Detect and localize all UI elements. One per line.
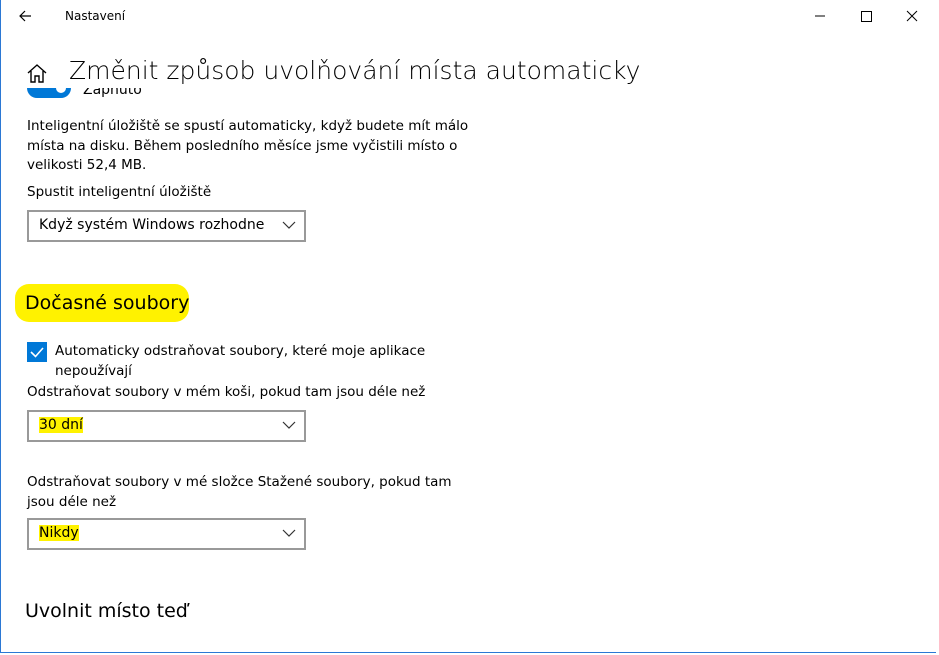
delete-unused-files-label: Automaticky odstraňovat soubory, které m… [55,343,426,379]
home-icon [27,64,47,83]
free-space-now-heading: Uvolnit místo teď [25,600,188,622]
maximize-button[interactable] [843,0,889,32]
downloads-label: Odstraňovat soubory v mé složce Stažené … [27,474,452,510]
back-button[interactable] [11,4,39,28]
delete-unused-files-checkbox[interactable] [27,342,47,362]
recycle-bin-label: Odstraňovat soubory v mém koši, pokud ta… [27,384,426,400]
close-icon [906,10,918,22]
run-storage-sense-dropdown[interactable]: Když systém Windows rozhodne [27,210,306,242]
page-title: Změnit způsob uvolňování místa automatic… [69,56,641,85]
dropdown-value: Nikdy [39,525,79,541]
maximize-icon [861,11,872,22]
downloads-dropdown[interactable]: Nikdy [27,518,306,550]
home-button[interactable] [25,62,49,86]
chevron-down-icon [282,529,296,537]
temp-files-heading: Dočasné soubory [25,292,190,314]
title-bar: Nastavení [1,0,936,32]
dropdown-value: 30 dní [39,417,83,433]
run-storage-sense-label: Spustit inteligentní úložiště [27,184,212,200]
back-arrow-icon [19,10,31,22]
close-button[interactable] [889,0,935,32]
dropdown-value: Když systém Windows rozhodne [39,217,265,233]
toggle-knob [56,88,66,93]
settings-content[interactable]: Zapnuto Inteligentní úložiště se spustí … [1,88,936,652]
minimize-icon [815,15,825,17]
toggle-state-label: Zapnuto [83,88,142,98]
chevron-down-icon [282,221,296,229]
minimize-button[interactable] [797,0,843,32]
window-title: Nastavení [65,9,126,23]
recycle-bin-dropdown[interactable]: 30 dní [27,410,306,442]
checkmark-icon [30,347,44,358]
settings-window: Nastavení Změnit způsob uvolňování místa… [0,0,937,653]
storage-sense-description: Inteligentní úložiště se spustí automati… [27,118,469,173]
storage-sense-toggle[interactable] [27,88,71,98]
chevron-down-icon [282,421,296,429]
